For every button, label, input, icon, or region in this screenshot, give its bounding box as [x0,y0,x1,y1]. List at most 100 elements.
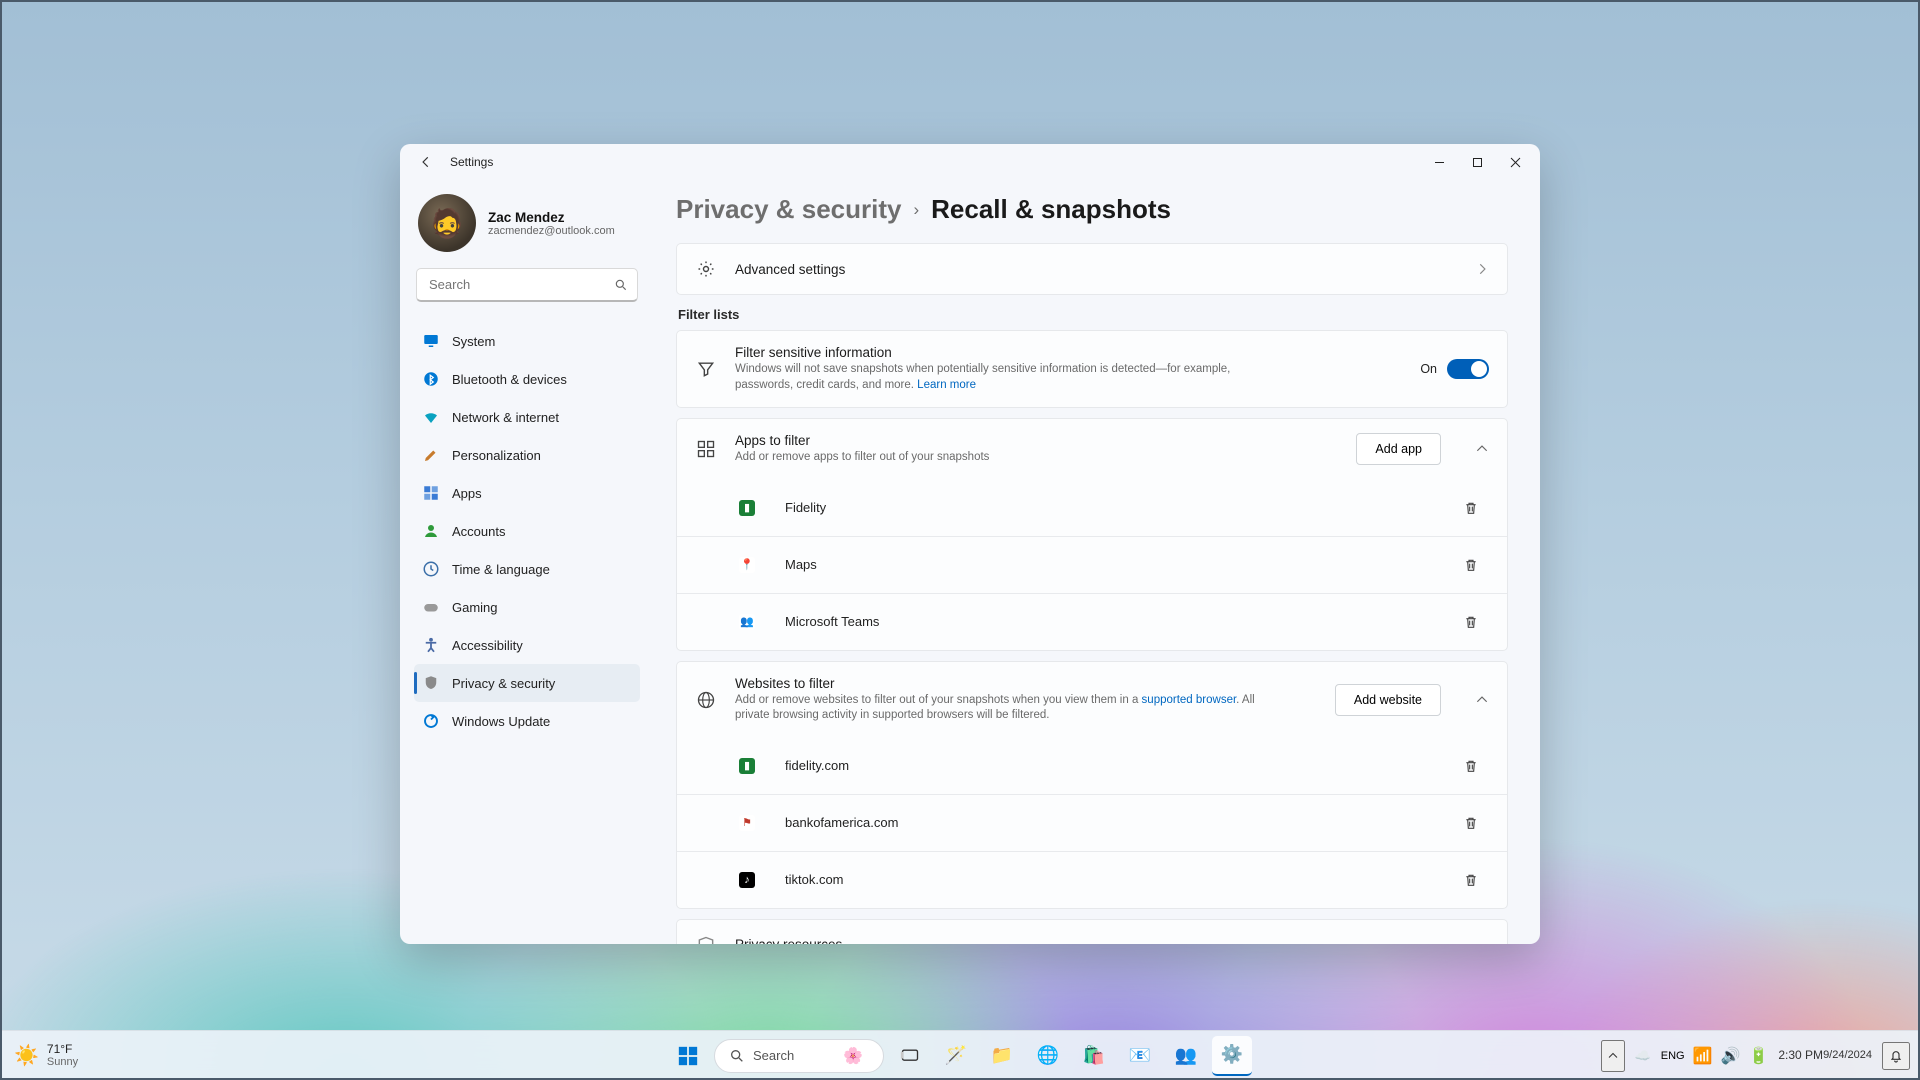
sidebar-item-label: Personalization [452,448,541,463]
delete-app-button[interactable] [1457,551,1485,579]
avatar: 🧔 [418,194,476,252]
website-app-icon: ▮ [739,758,755,774]
page-title: Recall & snapshots [931,194,1171,225]
gear-icon [695,258,717,280]
breadcrumb: Privacy & security › Recall & snapshots [676,194,1508,225]
display-icon [422,332,440,350]
sidebar-item-label: Gaming [452,600,498,615]
main-content: Privacy & security › Recall & snapshots … [650,180,1540,944]
sidebar-item-bluetooth-devices[interactable]: Bluetooth & devices [414,360,640,398]
copilot-button[interactable]: 🪄 [936,1036,976,1076]
mail-icon: 📧 [1129,1045,1151,1066]
sidebar-item-label: Accounts [452,524,505,539]
delete-app-button[interactable] [1457,608,1485,636]
store-icon: 🛍️ [1083,1045,1105,1066]
app-name: Fidelity [785,500,1439,515]
sidebar-item-label: Privacy & security [452,676,555,691]
website-name: fidelity.com [785,758,1439,773]
profile-name: Zac Mendez [488,210,615,225]
website-row: ⚑bankofamerica.com [677,794,1507,851]
outlook-button[interactable]: 📧 [1120,1036,1160,1076]
add-app-button[interactable]: Add app [1356,433,1441,465]
sidebar-item-personalization[interactable]: Personalization [414,436,640,474]
chevron-right-icon [1475,262,1489,276]
teams-button[interactable]: 👥 [1166,1036,1206,1076]
delete-app-button[interactable] [1457,494,1485,522]
search-art-icon: 🌸 [837,1045,869,1067]
add-website-button[interactable]: Add website [1335,684,1441,716]
sidebar-item-privacy-security[interactable]: Privacy & security [414,664,640,702]
trash-icon [1463,872,1479,888]
sidebar-item-time-language[interactable]: Time & language [414,550,640,588]
chevron-right-icon: › [913,200,919,220]
sidebar-item-label: Bluetooth & devices [452,372,567,387]
filter-sensitive-card: Filter sensitive information Windows wil… [676,330,1508,408]
sidebar-item-accounts[interactable]: Accounts [414,512,640,550]
websites-to-filter-card: Websites to filter Add or remove website… [676,661,1508,909]
sync-icon [422,712,440,730]
sidebar-item-accessibility[interactable]: Accessibility [414,626,640,664]
sensitive-title: Filter sensitive information [735,345,1402,360]
website-row: ♪ tiktok.com [677,851,1507,908]
filter-lists-heading: Filter lists [678,307,1508,322]
edge-button[interactable]: 🌐 [1028,1036,1068,1076]
notifications-button[interactable] [1882,1042,1910,1070]
weather-widget[interactable]: ☀️ 71°F Sunny [0,1043,92,1068]
apps-to-filter-card: Apps to filter Add or remove apps to fil… [676,418,1508,651]
advanced-settings-label: Advanced settings [735,262,1457,277]
privacy-resources-card[interactable]: Privacy resources [676,919,1508,944]
settings-taskbar-button[interactable]: ⚙️ [1212,1036,1252,1076]
delete-website-button[interactable] [1457,866,1485,894]
maximize-button[interactable] [1458,148,1496,176]
supported-browser-link[interactable]: supported browser [1142,694,1237,706]
close-button[interactable] [1496,148,1534,176]
sidebar-item-network-internet[interactable]: Network & internet [414,398,640,436]
copilot-icon: 🪄 [945,1045,967,1066]
sidebar-item-gaming[interactable]: Gaming [414,588,640,626]
minimize-icon [1434,157,1445,168]
tray-overflow-button[interactable] [1601,1040,1625,1072]
sidebar-item-windows-update[interactable]: Windows Update [414,702,640,740]
system-tray-cluster[interactable]: ENG 📶 🔊 🔋 [1661,1046,1769,1066]
app-name: Maps [785,557,1439,572]
toggle-state-label: On [1420,362,1437,376]
delete-website-button[interactable] [1457,809,1485,837]
apps-filter-description: Add or remove apps to filter out of your… [735,450,1255,466]
teams-icon: 👥 [1175,1045,1197,1066]
breadcrumb-parent[interactable]: Privacy & security [676,194,901,225]
store-button[interactable]: 🛍️ [1074,1036,1114,1076]
wifi-tray-icon: 📶 [1693,1046,1713,1066]
sidebar-item-label: Time & language [452,562,550,577]
sidebar-item-apps[interactable]: Apps [414,474,640,512]
delete-website-button[interactable] [1457,752,1485,780]
taskbar-search[interactable]: Search 🌸 [714,1039,884,1073]
learn-more-link[interactable]: Learn more [917,379,976,391]
onedrive-tray-icon[interactable]: ☁️ [1635,1040,1651,1072]
task-view-button[interactable] [890,1036,930,1076]
website-name: tiktok.com [785,872,1439,887]
advanced-settings-card[interactable]: Advanced settings [676,243,1508,295]
chevron-up-icon[interactable] [1475,693,1489,707]
bell-icon [1888,1048,1904,1064]
chevron-up-icon[interactable] [1475,442,1489,456]
close-icon [1510,157,1521,168]
edge-icon: 🌐 [1037,1045,1059,1066]
trash-icon [1463,557,1479,573]
website-app-icon: ♪ [739,872,755,888]
person-icon [422,522,440,540]
sidebar-item-system[interactable]: System [414,322,640,360]
clock-button[interactable]: 2:30 PM 9/24/2024 [1778,1040,1872,1072]
minimize-button[interactable] [1420,148,1458,176]
app-row: ▮Fidelity [677,480,1507,536]
start-button[interactable] [668,1036,708,1076]
sun-icon: ☀️ [14,1043,39,1068]
funnel-icon [695,358,717,380]
search-input[interactable] [416,268,638,302]
weather-condition: Sunny [47,1056,78,1068]
battery-tray-icon: 🔋 [1748,1046,1768,1066]
profile-block[interactable]: 🧔 Zac Mendez zacmendez@outlook.com [414,188,640,264]
back-button[interactable] [414,150,438,174]
file-explorer-button[interactable]: 📁 [982,1036,1022,1076]
sensitive-toggle[interactable] [1447,359,1489,379]
gear-icon: ⚙️ [1221,1044,1243,1065]
